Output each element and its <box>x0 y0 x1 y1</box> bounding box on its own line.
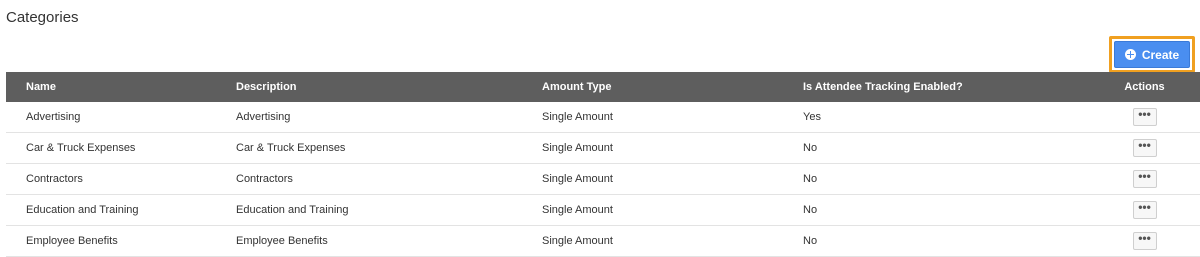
cell-description: Car & Truck Expenses <box>216 132 522 164</box>
table-row[interactable]: Advertising Advertising Single Amount Ye… <box>6 102 1200 133</box>
create-button[interactable]: Create <box>1114 41 1190 68</box>
cell-description: Contractors <box>216 163 522 195</box>
cell-amount-type: Single Amount <box>522 132 783 164</box>
more-actions-button[interactable]: ••• <box>1132 232 1157 250</box>
column-header-amount-type[interactable]: Amount Type <box>522 72 783 102</box>
create-button-label: Create <box>1141 47 1180 62</box>
cell-tracking: No <box>783 194 1089 226</box>
cell-name: Education and Training <box>6 194 216 226</box>
more-actions-button[interactable]: ••• <box>1132 201 1157 219</box>
table-row[interactable]: Education and Training Education and Tra… <box>6 194 1200 226</box>
cell-name: Car & Truck Expenses <box>6 132 216 164</box>
cell-description: Employee Benefits <box>216 225 522 257</box>
cell-tracking: No <box>783 132 1089 164</box>
table-header-row: Name Description Amount Type Is Attendee… <box>6 72 1200 102</box>
cell-tracking: No <box>783 163 1089 195</box>
column-header-actions: Actions <box>1089 72 1200 102</box>
cell-actions: ••• <box>1089 132 1200 164</box>
table-row[interactable]: Contractors Contractors Single Amount No… <box>6 163 1200 195</box>
categories-table: Name Description Amount Type Is Attendee… <box>6 72 1200 257</box>
cell-actions: ••• <box>1089 225 1200 257</box>
more-actions-button[interactable]: ••• <box>1132 139 1157 157</box>
more-actions-button[interactable]: ••• <box>1132 108 1157 126</box>
cell-actions: ••• <box>1089 194 1200 226</box>
cell-tracking: Yes <box>783 102 1089 133</box>
column-header-tracking[interactable]: Is Attendee Tracking Enabled? <box>783 72 1089 102</box>
cell-description: Education and Training <box>216 194 522 226</box>
table-row[interactable]: Employee Benefits Employee Benefits Sing… <box>6 225 1200 257</box>
create-button-highlight: Create <box>1109 36 1195 73</box>
cell-amount-type: Single Amount <box>522 194 783 226</box>
cell-amount-type: Single Amount <box>522 102 783 133</box>
column-header-description[interactable]: Description <box>216 72 522 102</box>
cell-name: Contractors <box>6 163 216 195</box>
cell-actions: ••• <box>1089 163 1200 195</box>
page-title: Categories <box>6 9 79 26</box>
cell-amount-type: Single Amount <box>522 225 783 257</box>
cell-amount-type: Single Amount <box>522 163 783 195</box>
plus-circle-icon <box>1124 49 1136 60</box>
table-row[interactable]: Car & Truck Expenses Car & Truck Expense… <box>6 132 1200 164</box>
cell-name: Employee Benefits <box>6 225 216 257</box>
cell-name: Advertising <box>6 102 216 133</box>
more-actions-button[interactable]: ••• <box>1132 170 1157 188</box>
column-header-name[interactable]: Name <box>6 72 216 102</box>
cell-tracking: No <box>783 225 1089 257</box>
cell-description: Advertising <box>216 102 522 133</box>
cell-actions: ••• <box>1089 102 1200 133</box>
